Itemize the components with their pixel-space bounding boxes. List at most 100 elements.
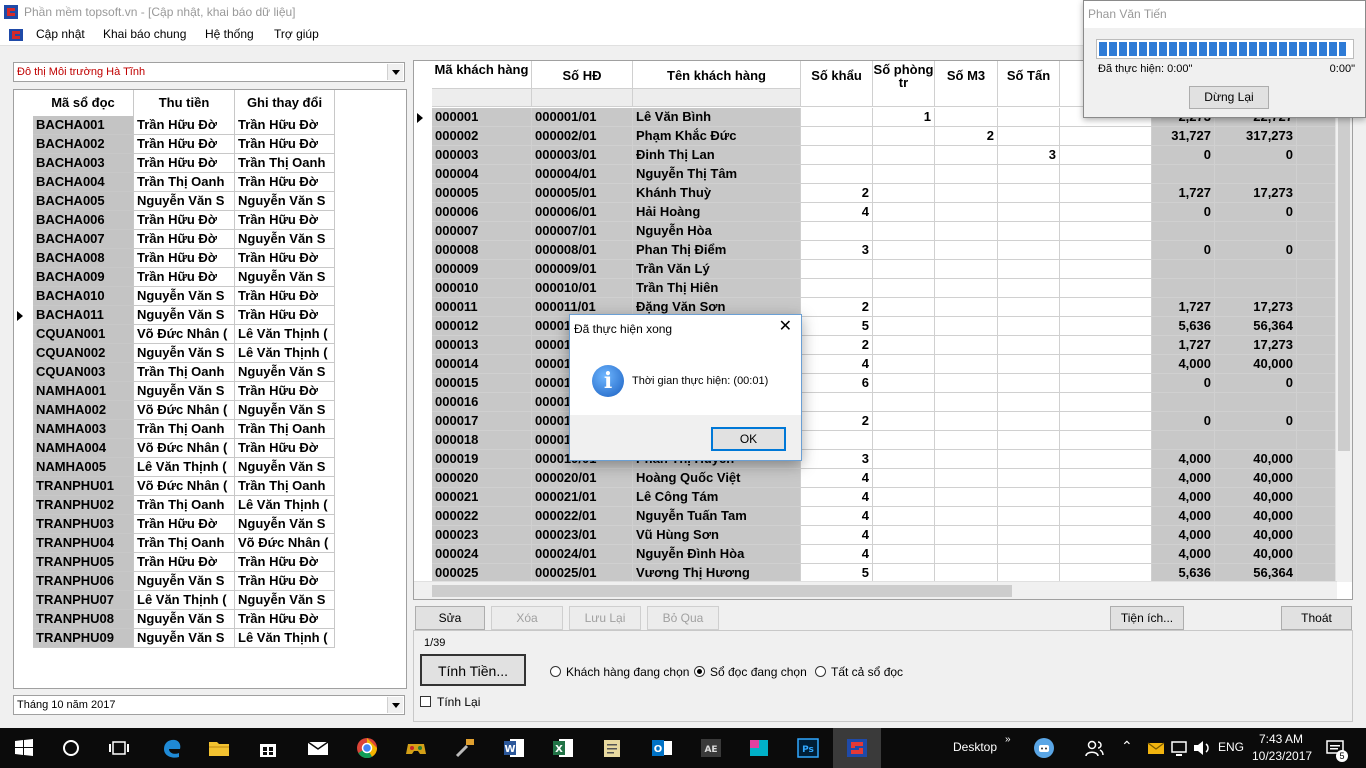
table-cell[interactable] xyxy=(935,203,998,222)
table-cell[interactable]: BACHA006 xyxy=(33,211,134,230)
table-cell[interactable]: Nguyễn Đình Hòa xyxy=(633,545,801,564)
table-cell[interactable] xyxy=(998,298,1060,317)
table-cell[interactable] xyxy=(801,108,873,127)
table-cell[interactable]: 000013 xyxy=(432,336,532,355)
table-cell[interactable] xyxy=(1215,165,1297,184)
table-cell[interactable] xyxy=(1297,412,1337,431)
table-cell[interactable]: Lê Văn Bình xyxy=(633,108,801,127)
table-cell[interactable]: 000002/01 xyxy=(532,127,633,146)
table-cell[interactable]: Nguyễn Văn S xyxy=(235,401,335,420)
table-cell[interactable] xyxy=(1060,412,1152,431)
table-cell[interactable]: Nguyễn Văn S xyxy=(134,344,235,363)
table-cell[interactable]: BACHA002 xyxy=(33,135,134,154)
table-cell[interactable] xyxy=(801,165,873,184)
table-cell[interactable] xyxy=(935,108,998,127)
table-cell[interactable]: NAMHA004 xyxy=(33,439,134,458)
table-cell[interactable]: 000002 xyxy=(432,127,532,146)
table-cell[interactable]: 0 xyxy=(1215,374,1297,393)
table-cell[interactable] xyxy=(1297,241,1337,260)
table-cell[interactable]: 000008/01 xyxy=(532,241,633,260)
table-cell[interactable]: 000008 xyxy=(432,241,532,260)
table-cell[interactable]: 0 xyxy=(1152,241,1215,260)
table-cell[interactable]: 1,727 xyxy=(1152,184,1215,203)
table-cell[interactable]: Trần Thị Oanh xyxy=(235,154,335,173)
table-cell[interactable]: Nguyễn Văn S xyxy=(235,591,335,610)
task-view-icon[interactable] xyxy=(107,736,131,760)
table-cell[interactable] xyxy=(873,260,935,279)
table-cell[interactable]: 317,273 xyxy=(1215,127,1297,146)
table-cell[interactable] xyxy=(1297,374,1337,393)
table-cell[interactable] xyxy=(1060,127,1152,146)
table-cell[interactable]: BACHA004 xyxy=(33,173,134,192)
table-row[interactable]: BACHA003 Trần Hữu Đờ Trần Thị Oanh xyxy=(14,154,344,173)
table-cell[interactable]: Trần Hữu Đờ xyxy=(235,287,335,306)
table-cell[interactable]: Nguyễn Văn S xyxy=(134,572,235,591)
table-cell[interactable]: CQUAN002 xyxy=(33,344,134,363)
table-cell[interactable] xyxy=(935,298,998,317)
col-header-tons[interactable]: Số Tấn xyxy=(998,61,1060,107)
table-cell[interactable] xyxy=(1152,165,1215,184)
table-cell[interactable] xyxy=(1060,222,1152,241)
table-cell[interactable]: 3 xyxy=(998,146,1060,165)
table-cell[interactable] xyxy=(1060,203,1152,222)
table-cell[interactable]: Trần Hữu Đờ xyxy=(134,515,235,534)
table-cell[interactable]: 000024 xyxy=(432,545,532,564)
table-cell[interactable]: 000023/01 xyxy=(532,526,633,545)
table-cell[interactable]: Nguyễn Văn S xyxy=(134,610,235,629)
table-cell[interactable] xyxy=(935,374,998,393)
table-cell[interactable] xyxy=(935,165,998,184)
table-row[interactable]: BACHA008 Trần Hữu Đờ Trần Hữu Đờ xyxy=(14,249,344,268)
table-cell[interactable]: 000020 xyxy=(432,469,532,488)
table-cell[interactable]: TRANPHU08 xyxy=(33,610,134,629)
table-cell[interactable] xyxy=(1060,165,1152,184)
chevron-down-icon[interactable] xyxy=(387,64,403,80)
table-cell[interactable]: 4,000 xyxy=(1152,450,1215,469)
table-cell[interactable] xyxy=(935,393,998,412)
table-cell[interactable]: 2 xyxy=(801,412,873,431)
table-cell[interactable]: 17,273 xyxy=(1215,298,1297,317)
table-cell[interactable]: Lê Văn Thịnh ( xyxy=(235,344,335,363)
chevron-up-icon[interactable]: ⌃ xyxy=(1121,738,1133,755)
table-row[interactable]: TRANPHU06 Nguyễn Văn S Trần Hữu Đờ xyxy=(14,572,344,591)
table-cell[interactable] xyxy=(873,146,935,165)
table-cell[interactable]: 000012 xyxy=(432,317,532,336)
table-cell[interactable] xyxy=(873,184,935,203)
col-header-book-code[interactable]: Mã sổ đọc xyxy=(33,90,134,116)
month-select[interactable]: Tháng 10 năm 2017 xyxy=(13,695,405,715)
table-cell[interactable]: 000006 xyxy=(432,203,532,222)
table-cell[interactable]: Trần Hữu Đờ xyxy=(235,610,335,629)
table-cell[interactable]: Trần Thị Oanh xyxy=(134,363,235,382)
table-cell[interactable] xyxy=(1297,393,1337,412)
table-cell[interactable] xyxy=(998,279,1060,298)
table-cell[interactable]: Nguyễn Văn S xyxy=(134,287,235,306)
table-cell[interactable]: BACHA008 xyxy=(33,249,134,268)
table-cell[interactable]: Đinh Thị Lan xyxy=(633,146,801,165)
table-cell[interactable] xyxy=(1297,279,1337,298)
table-cell[interactable] xyxy=(998,526,1060,545)
table-cell[interactable] xyxy=(998,431,1060,450)
table-cell[interactable]: 000006/01 xyxy=(532,203,633,222)
table-cell[interactable]: Trần Hữu Đờ xyxy=(134,553,235,572)
table-cell[interactable]: 000015 xyxy=(432,374,532,393)
table-cell[interactable]: Lê Văn Thịnh ( xyxy=(134,591,235,610)
table-cell[interactable] xyxy=(1297,298,1337,317)
table-cell[interactable]: Võ Đức Nhân ( xyxy=(134,477,235,496)
table-cell[interactable]: 5 xyxy=(801,317,873,336)
table-cell[interactable] xyxy=(1297,431,1337,450)
table-cell[interactable] xyxy=(1060,450,1152,469)
table-cell[interactable] xyxy=(935,355,998,374)
table-cell[interactable]: Lê Văn Thịnh ( xyxy=(134,458,235,477)
table-cell[interactable] xyxy=(873,469,935,488)
table-cell[interactable]: Nguyễn Văn S xyxy=(235,230,335,249)
table-cell[interactable] xyxy=(873,203,935,222)
table-cell[interactable]: 0 xyxy=(1215,203,1297,222)
table-cell[interactable] xyxy=(1297,336,1337,355)
table-cell[interactable]: Trần Hữu Đờ xyxy=(235,135,335,154)
table-row[interactable]: BACHA001 Trần Hữu Đờ Trần Hữu Đờ xyxy=(14,116,344,135)
table-row[interactable]: NAMHA002 Võ Đức Nhân (Nguyễn Văn S xyxy=(14,401,344,420)
table-cell[interactable]: 4 xyxy=(801,526,873,545)
table-cell[interactable]: TRANPHU05 xyxy=(33,553,134,572)
col-filter-cell[interactable] xyxy=(532,88,632,106)
menu-help[interactable]: Trợ giúp xyxy=(274,27,319,41)
table-row[interactable]: TRANPHU08 Nguyễn Văn S Trần Hữu Đờ xyxy=(14,610,344,629)
